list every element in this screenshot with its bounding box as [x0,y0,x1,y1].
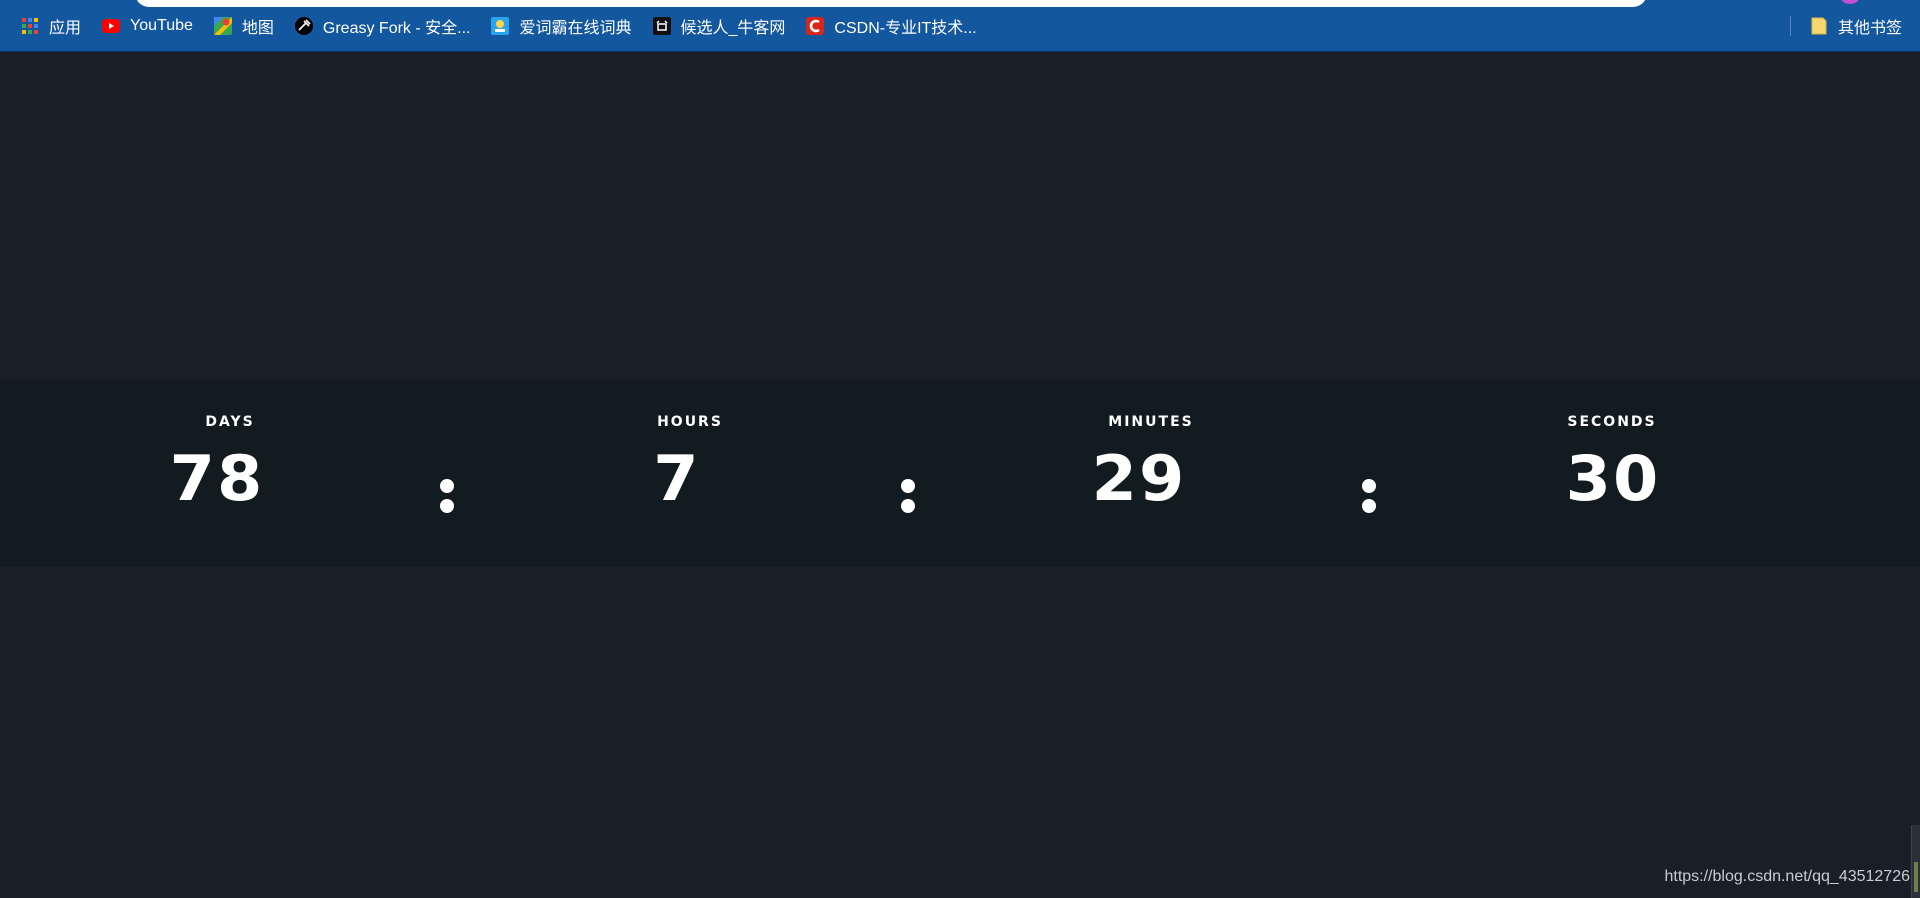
hours-value: 7 [653,442,701,515]
folder-icon [1810,17,1828,35]
days-value: 78 [169,442,265,515]
iciba-icon [491,17,510,35]
days-label: DAYS [205,414,255,430]
bookmark-label: 地图 [241,20,274,37]
greasy-fork-icon [294,17,313,35]
separator-colon [1362,479,1376,519]
bookmark-label: YouTube [130,17,193,34]
seconds-value: 30 [1565,442,1661,515]
bookmark-label: 应用 [49,20,82,37]
other-bookmarks-area: 其他书签 [1789,0,1902,52]
bookmark-youtube[interactable]: YouTube [99,11,203,41]
bookmark-csdn[interactable]: CSDN-专业IT技术... [803,11,986,41]
seconds-label: SECONDS [1567,414,1657,430]
separator-colon [440,479,454,519]
bookmark-apps[interactable]: 应用 [18,11,91,41]
bookmark-label: 其他书签 [1837,20,1902,37]
bookmarks-bar: 应用 YouTube 地图 Greasy Fork - 安全... 爱词霸在线词… [0,0,1920,52]
bookmark-divider [1789,16,1791,36]
bookmark-label: CSDN-专业IT技术... [834,20,977,37]
minutes-value: 29 [1091,442,1187,515]
maps-icon [213,17,232,35]
resize-handle[interactable] [1911,825,1920,898]
apps-grid-icon [21,17,39,35]
minutes-label: MINUTES [1108,414,1194,430]
other-bookmarks-folder[interactable]: 其他书签 [1807,11,1902,41]
bookmark-label: 候选人_牛客网 [680,20,786,37]
bookmark-maps[interactable]: 地图 [211,11,284,41]
bookmark-iciba[interactable]: 爱词霸在线词典 [488,11,641,41]
bookmark-list: 应用 YouTube 地图 Greasy Fork - 安全... 爱词霸在线词… [18,0,995,52]
bookmark-greasy-fork[interactable]: Greasy Fork - 安全... [292,11,481,41]
bookmark-label: Greasy Fork - 安全... [322,20,471,37]
nowcoder-icon [652,17,671,35]
countdown-timer: DAYS 78 HOURS 7 MINUTES 29 SECONDS 30 [0,380,1920,567]
csdn-icon [806,17,825,35]
hours-label: HOURS [657,414,723,430]
separator-colon [901,479,915,519]
bookmark-nowcoder[interactable]: 候选人_牛客网 [650,11,796,41]
blog-watermark: https://blog.csdn.net/qq_43512726 [1664,868,1910,885]
youtube-icon [102,17,121,35]
bookmark-label: 爱词霸在线词典 [519,20,632,37]
